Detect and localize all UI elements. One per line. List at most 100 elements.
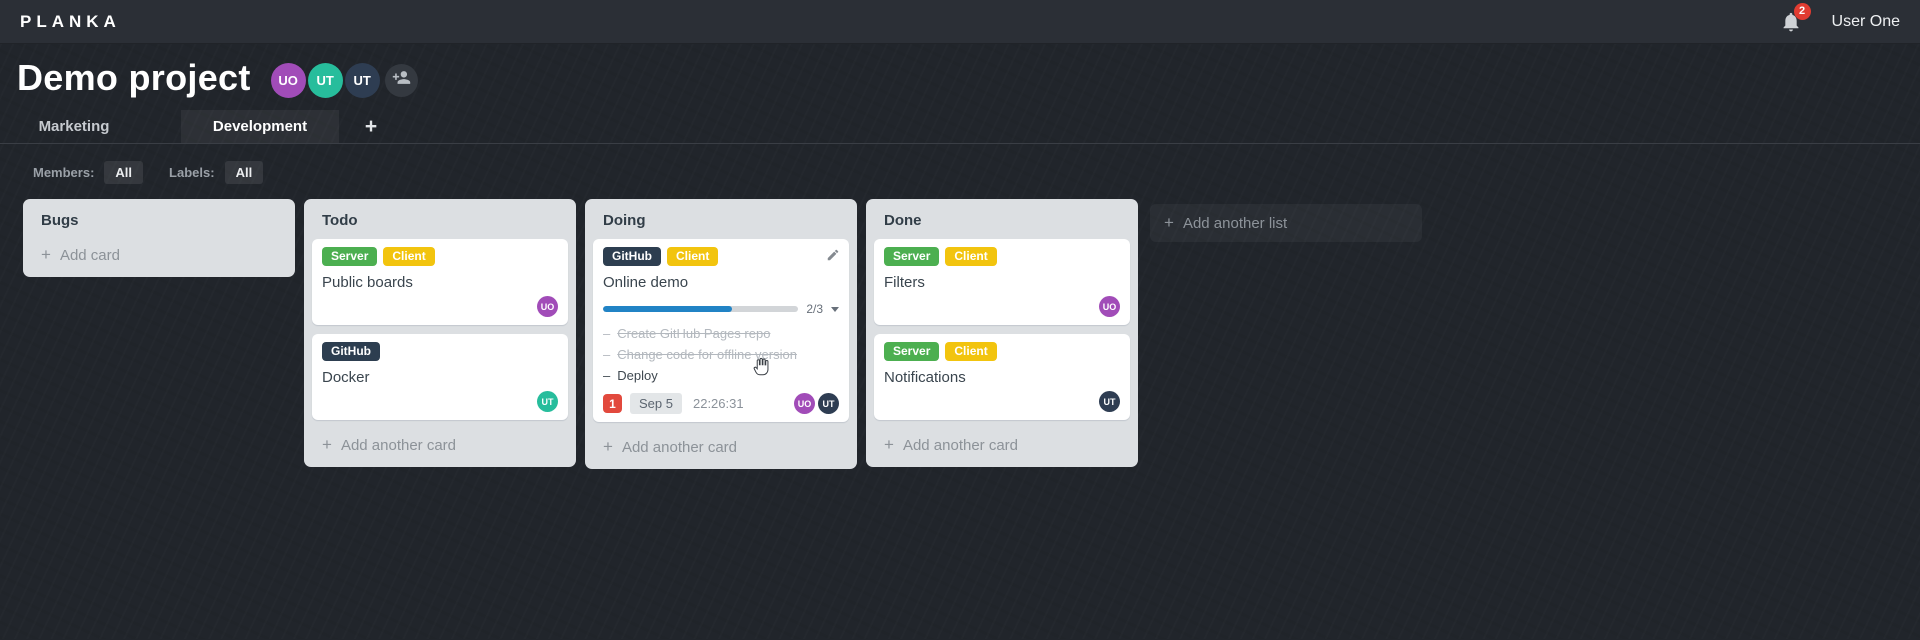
card-members: UO xyxy=(322,296,558,317)
card-labels: Server Client xyxy=(322,247,558,266)
plus-icon: + xyxy=(41,245,51,264)
list-doing: Doing GitHub Client Online demo 2/3 – Cr… xyxy=(585,199,857,469)
dash-icon: – xyxy=(603,368,611,383)
label-server[interactable]: Server xyxy=(884,342,940,361)
dash-icon: – xyxy=(603,326,611,341)
labels-filter-label: Labels: xyxy=(169,165,215,180)
card-members: UT xyxy=(884,391,1120,412)
tab-development[interactable]: Development xyxy=(181,110,339,143)
card-labels: Server Client xyxy=(884,247,1120,266)
card-labels: Server Client xyxy=(884,342,1120,361)
card-filters[interactable]: Server Client Filters UO xyxy=(874,239,1130,325)
board-tabs: Marketing Development + xyxy=(0,110,1920,144)
card-members: UT xyxy=(322,391,558,412)
task-list: – Create GitHub Pages repo – Change code… xyxy=(603,323,839,386)
person-add-icon xyxy=(392,68,411,92)
list-title[interactable]: Doing xyxy=(593,207,849,239)
add-board-button[interactable]: + xyxy=(349,110,393,143)
label-server[interactable]: Server xyxy=(884,247,940,266)
card-online-demo[interactable]: GitHub Client Online demo 2/3 – Create G… xyxy=(593,239,849,422)
card-title: Notifications xyxy=(884,369,966,386)
add-card-button[interactable]: + Add another card xyxy=(874,429,1130,459)
label-client[interactable]: Client xyxy=(667,247,719,266)
add-card-button[interactable]: + Add another card xyxy=(312,429,568,459)
members-filter-value[interactable]: All xyxy=(104,161,144,184)
label-client[interactable]: Client xyxy=(383,247,435,266)
add-card-label: Add another card xyxy=(621,438,738,456)
avatar[interactable]: UT xyxy=(1099,391,1120,412)
dash-icon: – xyxy=(603,347,611,362)
avatar[interactable]: UT xyxy=(344,62,380,98)
label-client[interactable]: Client xyxy=(945,342,997,361)
notifications-button[interactable]: 2 xyxy=(1780,2,1811,33)
labels-filter-value[interactable]: All xyxy=(224,161,264,184)
list-bugs: Bugs + Add card xyxy=(23,199,295,277)
progress-fill xyxy=(603,306,732,312)
add-member-button[interactable] xyxy=(384,63,418,97)
user-menu[interactable]: User One xyxy=(1832,13,1900,31)
avatar[interactable]: UT xyxy=(537,391,558,412)
task-item[interactable]: – Deploy xyxy=(603,365,839,386)
edit-card-button[interactable] xyxy=(826,248,840,267)
tab-marketing[interactable]: Marketing xyxy=(0,110,148,143)
label-client[interactable]: Client xyxy=(945,247,997,266)
label-github[interactable]: GitHub xyxy=(322,342,380,361)
card-docker[interactable]: GitHub Docker UT xyxy=(312,334,568,420)
topbar-right: 2 User One xyxy=(1780,2,1900,33)
add-list-label: Add another list xyxy=(1182,214,1288,232)
card-labels: GitHub xyxy=(322,342,558,361)
task-text: Deploy xyxy=(617,368,658,383)
plus-icon: + xyxy=(884,435,894,454)
task-text: Change code for offline version xyxy=(617,347,797,362)
list-done: Done Server Client Filters UO Server Cli… xyxy=(866,199,1138,467)
card-title: Public boards xyxy=(322,274,413,291)
card-title: Online demo xyxy=(603,274,689,291)
task-item[interactable]: – Create GitHub Pages repo xyxy=(603,323,839,344)
task-text: Create GitHub Pages repo xyxy=(617,326,771,341)
tasks-progress[interactable]: 2/3 xyxy=(603,302,839,316)
card-notifications[interactable]: Server Client Notifications UT xyxy=(874,334,1130,420)
list-title[interactable]: Bugs xyxy=(31,207,287,239)
card-title: Filters xyxy=(884,274,925,291)
list-title[interactable]: Todo xyxy=(312,207,568,239)
avatar[interactable]: UO xyxy=(537,296,558,317)
plus-icon: + xyxy=(322,435,332,454)
project-title[interactable]: Demo project xyxy=(17,57,251,99)
chevron-down-icon[interactable] xyxy=(831,306,839,312)
avatar[interactable]: UO xyxy=(270,62,306,98)
board: Bugs + Add card Todo Server Client Publi… xyxy=(0,184,1920,469)
card-members: UO xyxy=(884,296,1120,317)
add-card-button[interactable]: + Add another card xyxy=(593,431,849,461)
notification-count-badge: 2 xyxy=(1793,2,1811,20)
project-header: Demo project UO UT UT xyxy=(0,44,1920,102)
card-footer: 1 Sep 5 22:26:31 UO UT xyxy=(603,393,839,414)
avatar[interactable]: UT xyxy=(818,393,839,414)
avatar[interactable]: UO xyxy=(794,393,815,414)
add-list-button[interactable]: + Add another list xyxy=(1150,204,1422,242)
card-public-boards[interactable]: Server Client Public boards UO xyxy=(312,239,568,325)
progress-bar xyxy=(603,306,799,312)
pencil-icon xyxy=(826,249,840,266)
label-github[interactable]: GitHub xyxy=(603,247,661,266)
plus-icon: + xyxy=(364,114,378,138)
filter-bar: Members: All Labels: All xyxy=(0,144,1920,184)
list-title[interactable]: Done xyxy=(874,207,1130,239)
card-labels: GitHub Client xyxy=(603,247,839,266)
planka-logo[interactable]: PLANKA xyxy=(20,12,121,32)
card-title: Docker xyxy=(322,369,370,386)
add-card-button[interactable]: + Add card xyxy=(31,239,287,269)
notification-count-badge: 1 xyxy=(603,394,622,413)
board-page: Demo project UO UT UT Marketing Developm… xyxy=(0,44,1920,639)
due-date-badge[interactable]: Sep 5 xyxy=(630,393,682,414)
plus-icon: + xyxy=(1164,213,1174,232)
timer-badge[interactable]: 22:26:31 xyxy=(693,396,744,411)
members-filter-label: Members: xyxy=(33,165,95,180)
topbar: PLANKA 2 User One xyxy=(0,0,1920,44)
list-todo: Todo Server Client Public boards UO GitH… xyxy=(304,199,576,467)
bell-icon xyxy=(1780,12,1802,37)
label-server[interactable]: Server xyxy=(322,247,378,266)
avatar[interactable]: UT xyxy=(307,62,343,98)
add-card-label: Add another card xyxy=(902,436,1019,454)
avatar[interactable]: UO xyxy=(1099,296,1120,317)
task-item[interactable]: – Change code for offline version xyxy=(603,344,839,365)
